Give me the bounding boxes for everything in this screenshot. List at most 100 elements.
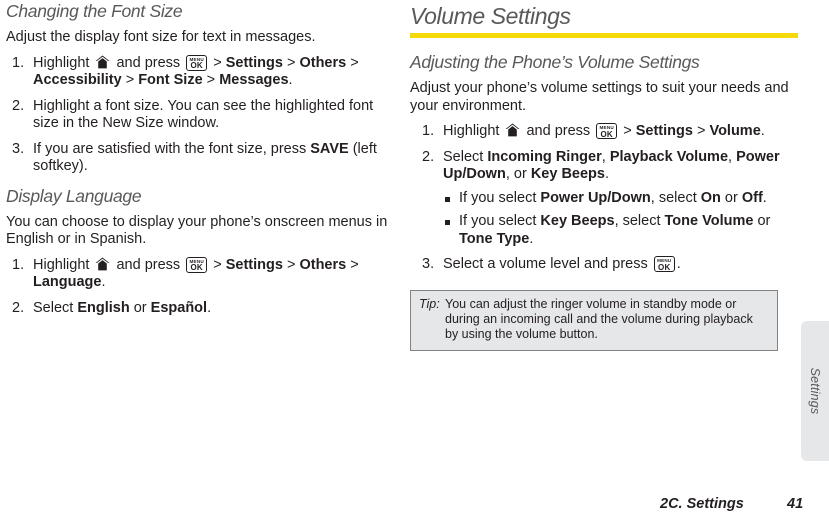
body-text: and press [112, 54, 185, 71]
step-number: 1. [12, 54, 25, 71]
emphasis-text: Accessibility [33, 72, 122, 88]
step-number: 3. [12, 140, 25, 157]
body-text: > [346, 54, 359, 71]
steps-list-display-language: 1. Highlight and press MENU OK > Settings … [6, 256, 392, 318]
left-column: Changing the Font Size Adjust the displa… [6, 0, 392, 317]
sub-bullet-item: If you select Key Beeps, select Tone Vol… [443, 213, 800, 248]
side-tab-settings[interactable]: Settings [801, 321, 829, 461]
sub-bullet-text: If you select Power Up/Down, select On o… [459, 190, 767, 206]
body-text: and press [522, 123, 595, 139]
body-text: Select a volume level and press [443, 256, 652, 272]
menu-ok-icon-bottom-label: OK [190, 61, 203, 70]
step-text: Highlight and press MENU OK > Settings > … [33, 256, 359, 290]
footer-chapter-label: 2C. Settings [660, 496, 744, 512]
step-item: 1. Highlight and press MENU OK > Settings … [6, 54, 392, 90]
footer-page-number: 41 [787, 496, 804, 512]
emphasis-text: English [77, 299, 130, 316]
step-text: Highlight and press MENU OK > Settings > … [443, 123, 765, 139]
emphasis-text: Settings [225, 54, 283, 71]
body-text: If you are satisfied with the font size,… [33, 140, 311, 157]
step-text: Select a volume level and press MENU OK. [443, 256, 681, 272]
step-number: 2. [12, 299, 25, 316]
menu-ok-icon-bottom-label: OK [658, 262, 671, 272]
emphasis-text: SAVE [310, 140, 349, 157]
body-text: Highlight [33, 54, 94, 71]
emphasis-text: Tone Type [459, 230, 530, 247]
home-icon [95, 257, 110, 271]
sub-bullet-text: If you select Key Beeps, select Tone Vol… [459, 213, 770, 247]
body-text: . [288, 72, 293, 88]
emphasis-text: Others [299, 54, 347, 71]
step-text: Highlight a font size. You can see the h… [33, 98, 373, 132]
body-text: , [601, 148, 610, 165]
body-text: , select [614, 213, 665, 229]
body-text: > [346, 256, 359, 273]
sub-bullet-item: If you select Power Up/Down, select On o… [443, 190, 800, 208]
intro-paragraph-display-language: You can choose to display your phone’s o… [6, 213, 388, 248]
body-text: or [753, 213, 771, 229]
emphasis-text: On [700, 189, 721, 206]
body-text: or [129, 299, 151, 316]
home-icon [95, 55, 110, 69]
emphasis-text: Incoming Ringer [487, 148, 602, 165]
emphasis-text: Playback Volume [609, 148, 729, 165]
square-bullet-icon [445, 196, 450, 202]
step-text: Select Incoming Ringer, Playback Volume,… [443, 149, 780, 183]
emphasis-text: Tone Volume [664, 213, 754, 229]
emphasis-text: Font Size [138, 72, 203, 88]
body-text: > [121, 72, 139, 88]
emphasis-text: Language [33, 274, 102, 290]
tip-label: Tip: [419, 296, 440, 311]
tip-box: Tip: You can adjust the ringer volume in… [410, 289, 778, 351]
step-number: 2. [12, 97, 25, 114]
body-text: or [720, 189, 742, 206]
tip-text: You can adjust the ringer volume in stan… [445, 296, 753, 341]
step-item: 1. Highlight and press MENU OK > Settings … [410, 123, 800, 141]
intro-paragraph-font-size: Adjust the display font size for text in… [6, 29, 316, 45]
steps-list-volume: 1. Highlight and press MENU OK > Settings … [410, 123, 800, 274]
body-text: > [692, 123, 710, 139]
emphasis-text: Key Beeps [530, 166, 605, 182]
yellow-rule-divider [410, 33, 798, 38]
body-text: . [207, 299, 212, 316]
menu-ok-icon: MENU OK [653, 256, 675, 272]
body-text: , [728, 148, 737, 165]
emphasis-text: Key Beeps [540, 213, 615, 229]
page-footer: 2C. Settings 41 [0, 496, 829, 516]
body-text: . [529, 230, 534, 247]
step-item: 2. Select Incoming Ringer, Playback Volum… [410, 149, 800, 249]
body-text: and press [112, 256, 185, 273]
step-item: 3. Select a volume level and press MENU OK… [410, 256, 800, 274]
right-column: Volume Settings Adjusting the Phone’s Vo… [410, 0, 800, 351]
side-tab-label: Settings [808, 367, 822, 415]
emphasis-text: Español [150, 299, 208, 316]
step-item: 2. Select English or Español. [6, 300, 392, 318]
body-text: , or [505, 166, 531, 182]
step-number: 1. [12, 256, 25, 273]
menu-ok-icon: MENU OK [596, 123, 618, 139]
steps-list-font-size: 1. Highlight and press MENU OK > Settings … [6, 54, 392, 176]
square-bullet-icon [445, 220, 450, 225]
emphasis-text: Settings [225, 256, 283, 273]
emphasis-text: Settings [635, 123, 693, 139]
menu-ok-icon-bottom-label: OK [600, 129, 613, 139]
chapter-title-volume-settings: Volume Settings [410, 3, 571, 29]
body-text: Highlight [443, 123, 504, 139]
manual-page: Changing the Font Size Adjust the displa… [0, 0, 829, 522]
body-text: > [209, 256, 226, 273]
step-number: 3. [422, 256, 435, 272]
step-item: 1. Highlight and press MENU OK > Settings … [6, 256, 392, 292]
step-text: If you are satisfied with the font size,… [33, 141, 377, 175]
body-text: . [760, 123, 765, 139]
step-text: Highlight and press MENU OK > Settings > … [33, 54, 359, 88]
body-text: Select [33, 299, 78, 316]
step-number: 2. [422, 148, 435, 165]
emphasis-text: Off [741, 189, 763, 206]
emphasis-text: Messages [219, 72, 289, 88]
intro-paragraph-volume: Adjust your phone’s volume settings to s… [410, 80, 789, 114]
sub-bullet-list: If you select Power Up/Down, select On o… [443, 190, 800, 249]
emphasis-text: Power Up/Down [540, 189, 651, 206]
body-text: . [676, 256, 681, 272]
emphasis-text: Others [299, 256, 347, 273]
body-text: . [101, 274, 106, 290]
